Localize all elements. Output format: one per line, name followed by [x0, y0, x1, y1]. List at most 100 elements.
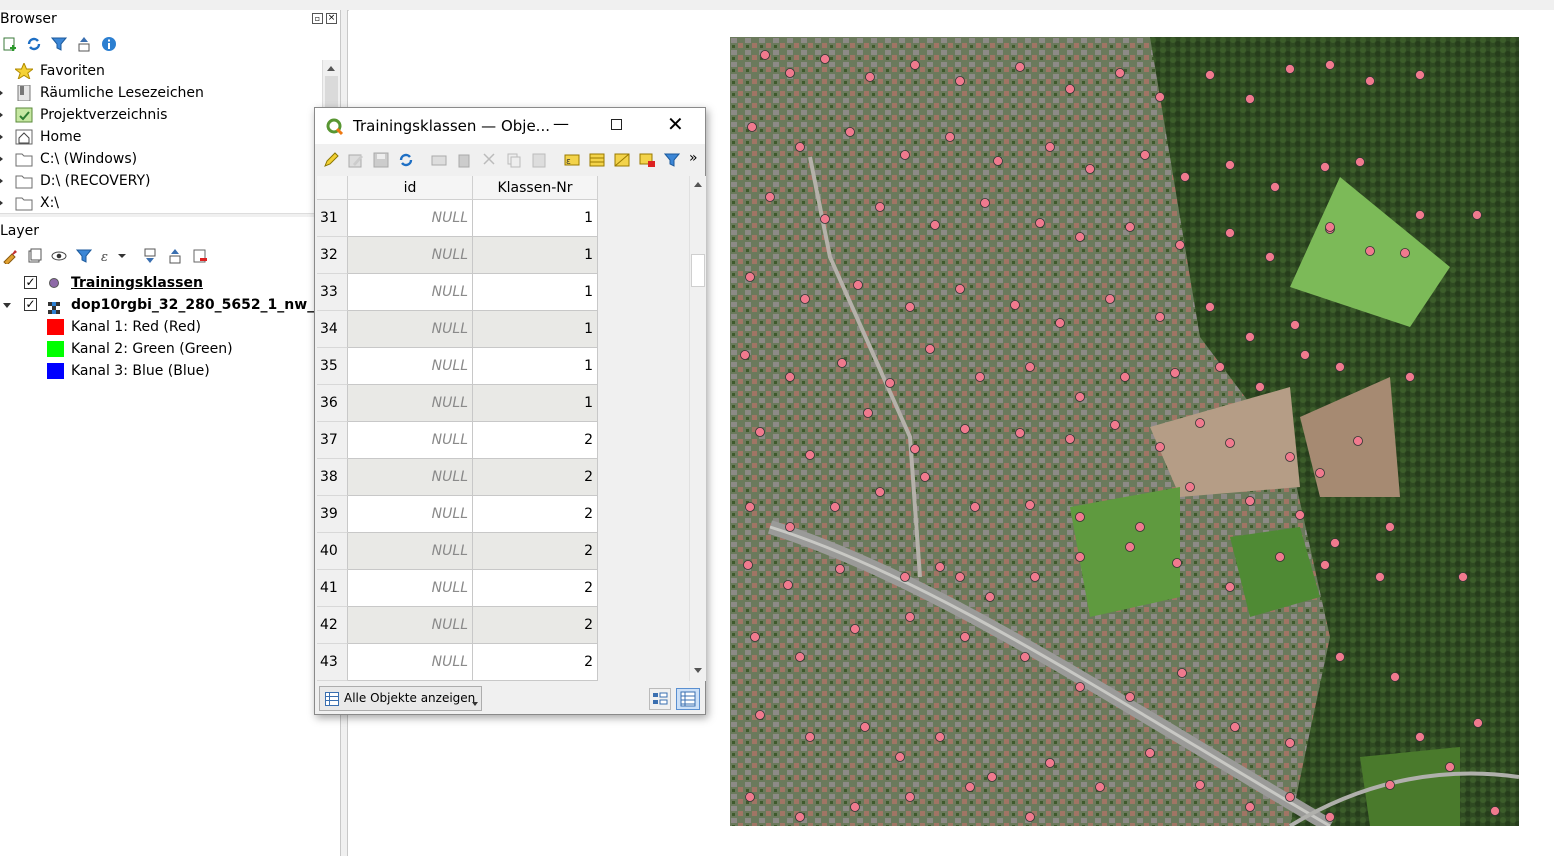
- training-point-marker[interactable]: [985, 592, 995, 602]
- training-point-marker[interactable]: [1415, 732, 1425, 742]
- training-point-marker[interactable]: [1390, 672, 1400, 682]
- cell-id[interactable]: NULL: [348, 570, 473, 607]
- column-header-id[interactable]: id: [348, 176, 473, 200]
- training-point-marker[interactable]: [1195, 418, 1205, 428]
- training-point-marker[interactable]: [960, 632, 970, 642]
- training-point-marker[interactable]: [955, 76, 965, 86]
- training-point-marker[interactable]: [1155, 312, 1165, 322]
- training-point-marker[interactable]: [1172, 558, 1182, 568]
- training-point-marker[interactable]: [1415, 210, 1425, 220]
- collapse-arrow-icon[interactable]: [3, 303, 11, 308]
- training-point-marker[interactable]: [795, 142, 805, 152]
- training-point-marker[interactable]: [945, 132, 955, 142]
- training-point-marker[interactable]: [910, 60, 920, 70]
- select-all-icon[interactable]: [589, 152, 605, 168]
- copy-icon[interactable]: [506, 152, 522, 168]
- training-point-marker[interactable]: [1225, 228, 1235, 238]
- cell-klassen-nr[interactable]: 2: [473, 644, 598, 681]
- training-point-marker[interactable]: [875, 487, 885, 497]
- training-point-marker[interactable]: [785, 372, 795, 382]
- training-point-marker[interactable]: [1300, 350, 1310, 360]
- training-point-marker[interactable]: [1490, 806, 1500, 816]
- training-point-marker[interactable]: [1055, 318, 1065, 328]
- training-point-marker[interactable]: [1400, 248, 1410, 258]
- close-icon[interactable]: ✕: [667, 112, 684, 136]
- training-point-marker[interactable]: [747, 122, 757, 132]
- table-row[interactable]: 41 NULL 2: [317, 570, 598, 607]
- training-point-marker[interactable]: [1025, 812, 1035, 822]
- training-point-marker[interactable]: [837, 358, 847, 368]
- expand-arrow-icon[interactable]: [0, 89, 3, 97]
- training-point-marker[interactable]: [1030, 572, 1040, 582]
- training-point-marker[interactable]: [1473, 718, 1483, 728]
- table-row[interactable]: 38 NULL 2: [317, 459, 598, 496]
- training-point-marker[interactable]: [1065, 434, 1075, 444]
- cell-id[interactable]: NULL: [348, 274, 473, 311]
- training-point-marker[interactable]: [1075, 682, 1085, 692]
- training-point-marker[interactable]: [1180, 172, 1190, 182]
- row-number[interactable]: 38: [317, 459, 348, 496]
- training-point-marker[interactable]: [1353, 436, 1363, 446]
- scroll-up-icon[interactable]: [327, 66, 335, 71]
- training-point-marker[interactable]: [1255, 382, 1265, 392]
- training-point-marker[interactable]: [745, 502, 755, 512]
- delete-feature-icon[interactable]: [456, 152, 472, 168]
- training-point-marker[interactable]: [905, 302, 915, 312]
- training-point-marker[interactable]: [1135, 522, 1145, 532]
- training-point-marker[interactable]: [1365, 246, 1375, 256]
- scroll-thumb[interactable]: [691, 254, 705, 287]
- training-point-marker[interactable]: [850, 802, 860, 812]
- reload-table-icon[interactable]: [398, 152, 414, 168]
- training-point-marker[interactable]: [1285, 64, 1295, 74]
- training-point-marker[interactable]: [1315, 468, 1325, 478]
- corner-header[interactable]: [317, 176, 348, 200]
- training-point-marker[interactable]: [1075, 392, 1085, 402]
- training-point-marker[interactable]: [1245, 94, 1255, 104]
- training-point-marker[interactable]: [1075, 552, 1085, 562]
- table-row[interactable]: 42 NULL 2: [317, 607, 598, 644]
- dropdown-arrow-icon[interactable]: [472, 702, 478, 706]
- save-edits-icon[interactable]: [373, 152, 389, 168]
- training-point-marker[interactable]: [1155, 442, 1165, 452]
- filter-legend-icon[interactable]: [75, 248, 93, 264]
- table-row[interactable]: 35 NULL 1: [317, 348, 598, 385]
- training-point-marker[interactable]: [820, 54, 830, 64]
- cell-id[interactable]: NULL: [348, 607, 473, 644]
- training-point-marker[interactable]: [1085, 164, 1095, 174]
- training-point-marker[interactable]: [970, 502, 980, 512]
- cell-id[interactable]: NULL: [348, 533, 473, 570]
- expand-all-icon[interactable]: [142, 248, 158, 264]
- training-point-marker[interactable]: [1230, 722, 1240, 732]
- table-scrollbar[interactable]: [689, 176, 706, 681]
- training-point-marker[interactable]: [1245, 496, 1255, 506]
- training-point-marker[interactable]: [895, 752, 905, 762]
- training-point-marker[interactable]: [1330, 538, 1340, 548]
- row-number[interactable]: 37: [317, 422, 348, 459]
- row-number[interactable]: 36: [317, 385, 348, 422]
- training-point-marker[interactable]: [1145, 748, 1155, 758]
- training-point-marker[interactable]: [900, 572, 910, 582]
- training-point-marker[interactable]: [743, 560, 753, 570]
- training-point-marker[interactable]: [935, 562, 945, 572]
- layer-item-trainingsklassen[interactable]: ✓ Trainingsklassen: [0, 272, 340, 294]
- training-point-marker[interactable]: [1125, 542, 1135, 552]
- column-header-klassen-nr[interactable]: Klassen-Nr: [473, 176, 598, 200]
- table-row[interactable]: 43 NULL 2: [317, 644, 598, 681]
- remove-layer-icon[interactable]: [192, 248, 208, 264]
- training-point-marker[interactable]: [1140, 150, 1150, 160]
- row-number[interactable]: 42: [317, 607, 348, 644]
- training-point-marker[interactable]: [1270, 182, 1280, 192]
- training-point-marker[interactable]: [1170, 368, 1180, 378]
- training-point-marker[interactable]: [860, 722, 870, 732]
- training-point-marker[interactable]: [745, 272, 755, 282]
- cut-icon[interactable]: [481, 152, 497, 168]
- info-icon[interactable]: [101, 36, 117, 52]
- training-point-marker[interactable]: [1355, 157, 1365, 167]
- training-point-marker[interactable]: [1175, 240, 1185, 250]
- multi-edit-icon[interactable]: [348, 152, 364, 168]
- more-tools-icon[interactable]: »: [689, 150, 698, 166]
- training-point-marker[interactable]: [795, 812, 805, 822]
- table-row[interactable]: 36 NULL 1: [317, 385, 598, 422]
- maximize-icon[interactable]: [611, 119, 622, 130]
- training-point-marker[interactable]: [1177, 668, 1187, 678]
